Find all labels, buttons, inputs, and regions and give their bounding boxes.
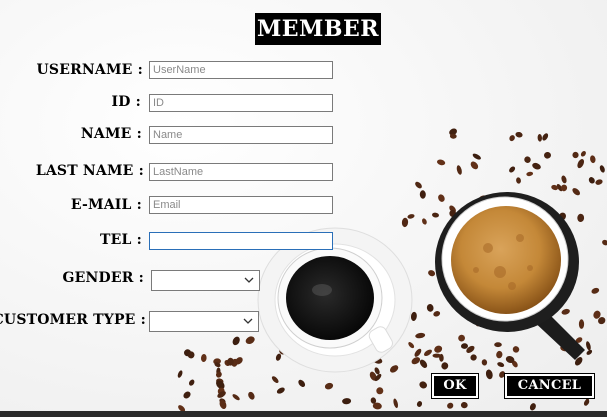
bottom-border [0,411,607,417]
cancel-button[interactable]: CANCEL [504,373,595,399]
last-name-field[interactable] [149,163,333,181]
name-field[interactable] [149,126,333,144]
customer-type-label: CUSTOMER TYPE : [0,312,146,328]
id-label: ID : [111,94,141,110]
gender-label: GENDER : [62,270,144,286]
ok-button[interactable]: OK [431,373,479,399]
tel-field[interactable] [149,232,333,250]
name-label: NAME : [80,126,142,142]
email-label: E-MAIL : [70,197,142,213]
coffee-bean [494,342,502,348]
chevron-down-icon [244,277,254,283]
gender-select[interactable] [151,270,260,291]
coffee-bean [578,319,585,329]
form-title: MEMBER [255,13,381,45]
id-field[interactable] [149,94,333,112]
email-field[interactable] [149,196,333,214]
username-label: USERNAME : [36,62,143,78]
customer-type-select[interactable] [149,311,259,332]
chevron-down-icon [243,318,253,324]
username-field[interactable] [149,61,333,79]
last-name-label: LAST NAME : [35,163,144,179]
tel-label: TEL : [100,232,142,248]
